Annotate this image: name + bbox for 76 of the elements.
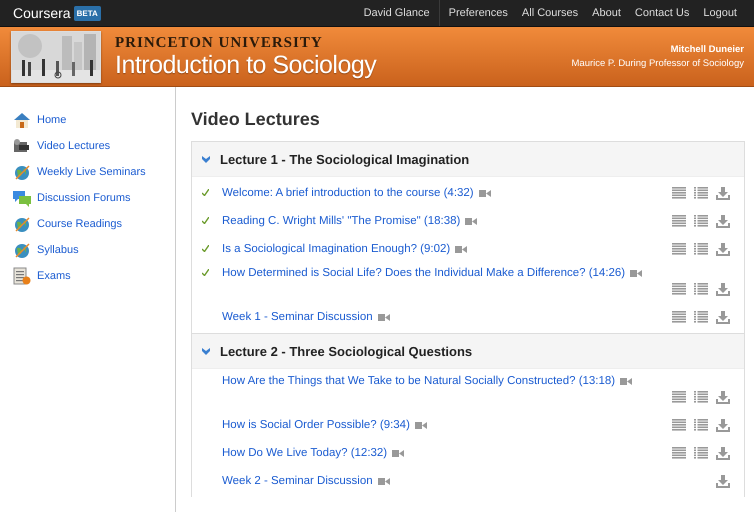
text-lines-icon[interactable] bbox=[672, 283, 686, 295]
globe-icon bbox=[13, 216, 31, 232]
nav-link[interactable]: All Courses bbox=[514, 0, 586, 26]
sidebar-item[interactable]: Exams bbox=[0, 263, 175, 289]
download-icon[interactable] bbox=[716, 446, 730, 460]
list-icon[interactable] bbox=[694, 283, 708, 295]
video-camera-icon bbox=[13, 138, 31, 154]
lecture-link[interactable]: How Do We Live Today? (12:32) bbox=[222, 447, 388, 459]
download-icon[interactable] bbox=[716, 310, 730, 324]
video-camera-icon bbox=[620, 376, 632, 386]
lecture-link[interactable]: Welcome: A brief introduction to the course (4:32) bbox=[222, 187, 474, 199]
download-icon[interactable] bbox=[716, 390, 730, 404]
text-lines-icon[interactable] bbox=[672, 243, 686, 255]
nav-link[interactable]: David Glance bbox=[356, 0, 437, 26]
text-lines-icon[interactable] bbox=[672, 447, 686, 459]
video-camera-icon bbox=[378, 312, 390, 322]
nav-link[interactable]: Contact Us bbox=[628, 0, 696, 26]
sidebar-item[interactable]: Home bbox=[0, 107, 175, 133]
sidebar-item[interactable]: Video Lectures bbox=[0, 133, 175, 159]
page-title: Video Lectures bbox=[191, 109, 321, 130]
sidebar-item[interactable]: Syllabus bbox=[0, 237, 175, 263]
section-header[interactable]: Lecture 1 - The Sociological Imagination bbox=[192, 142, 744, 177]
download-icon[interactable] bbox=[716, 282, 730, 296]
list-icon[interactable] bbox=[694, 215, 708, 227]
video-camera-icon bbox=[392, 448, 404, 458]
university-name: PRINCETON UNIVERSITY bbox=[115, 34, 324, 50]
video-camera-icon bbox=[378, 476, 390, 486]
sidebar-item[interactable]: Weekly Live Seminars bbox=[0, 159, 175, 185]
sidebar-item[interactable]: Discussion Forums bbox=[0, 185, 175, 211]
lecture-link[interactable]: Week 1 - Seminar Discussion bbox=[222, 311, 373, 323]
list-icon[interactable] bbox=[694, 447, 708, 459]
sidebar-item[interactable]: Course Readings bbox=[0, 211, 175, 237]
lecture-link[interactable]: How Determined is Social Life? Does the Individual Make a Difference? (14:26) bbox=[222, 267, 626, 279]
nav-link[interactable]: Logout bbox=[696, 0, 744, 26]
download-icon[interactable] bbox=[716, 418, 730, 432]
lecture-link[interactable]: How Are the Things that We Take to be Natural Socially Constructed? (13:18) bbox=[222, 375, 616, 387]
course-title: Introduction to Sociology bbox=[115, 50, 376, 78]
lecture-link[interactable]: Week 2 - Seminar Discussion bbox=[222, 475, 373, 487]
text-lines-icon[interactable] bbox=[672, 391, 686, 403]
section-title: Lecture 1 - The Sociological Imagination bbox=[220, 152, 470, 166]
download-icon[interactable] bbox=[716, 186, 730, 200]
video-camera-icon bbox=[414, 420, 427, 430]
globe-icon bbox=[13, 242, 31, 258]
video-camera-icon bbox=[465, 216, 478, 226]
beta-badge: BETA bbox=[74, 6, 101, 20]
download-icon[interactable] bbox=[716, 474, 730, 488]
text-lines-icon[interactable] bbox=[672, 215, 686, 227]
text-lines-icon[interactable] bbox=[672, 187, 686, 199]
nav-link[interactable]: About bbox=[585, 0, 628, 26]
lecture-link[interactable]: How is Social Order Possible? (9:34) bbox=[222, 419, 410, 431]
list-icon[interactable] bbox=[694, 243, 708, 255]
site-logo[interactable]: Coursera bbox=[13, 5, 71, 21]
chevron-icon[interactable] bbox=[202, 348, 210, 354]
list-icon[interactable] bbox=[694, 311, 708, 323]
text-lines-icon[interactable] bbox=[672, 419, 686, 431]
download-icon[interactable] bbox=[716, 214, 730, 228]
video-camera-icon bbox=[478, 188, 491, 198]
lecture-link[interactable]: Reading C. Wright Mills' "The Promise" (18:38) bbox=[222, 215, 460, 227]
instructor-name: Mitchell Duneier bbox=[670, 42, 744, 56]
list-icon[interactable] bbox=[694, 419, 708, 431]
speech-bubbles-icon bbox=[13, 190, 31, 206]
video-camera-icon bbox=[630, 268, 642, 278]
house-icon bbox=[13, 112, 31, 128]
nav-link[interactable]: Preferences bbox=[442, 0, 515, 26]
video-camera-icon bbox=[455, 244, 468, 254]
globe-icon bbox=[13, 164, 31, 180]
exam-sheet-icon bbox=[13, 267, 31, 285]
download-icon[interactable] bbox=[716, 242, 730, 256]
text-lines-icon[interactable] bbox=[672, 311, 686, 323]
list-icon[interactable] bbox=[694, 391, 708, 403]
list-icon[interactable] bbox=[694, 187, 708, 199]
instructor-title: Maurice P. During Professor of Sociology bbox=[572, 56, 744, 70]
lecture-link[interactable]: Is a Sociological Imagination Enough? (9:02) bbox=[222, 243, 450, 255]
chevron-icon[interactable] bbox=[202, 156, 210, 162]
section-title: Lecture 2 - Three Sociological Questions bbox=[220, 344, 472, 358]
section-header[interactable]: Lecture 2 - Three Sociological Questions bbox=[192, 334, 744, 369]
